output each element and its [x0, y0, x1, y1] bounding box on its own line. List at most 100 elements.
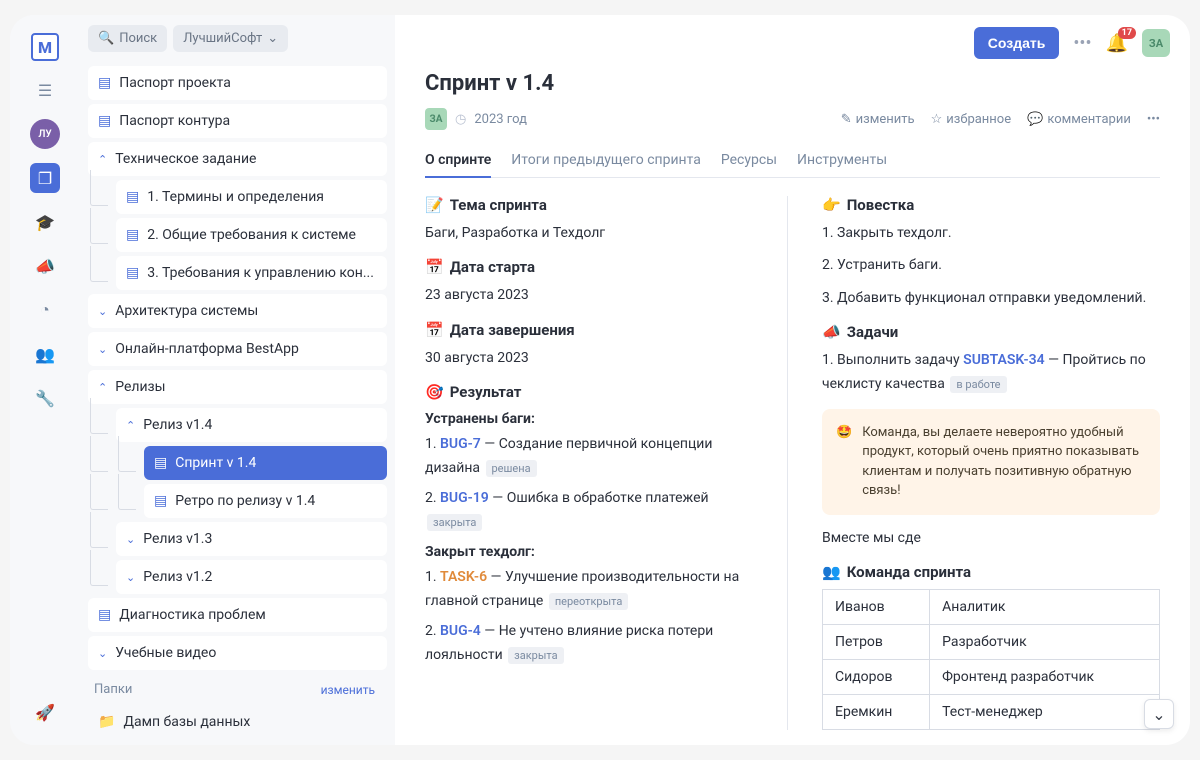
sidebar: 🔍 Поиск ЛучшийСофт ⌄ ▤Паспорт проекта▤Па…	[80, 15, 395, 745]
calendar-icon: 📅	[425, 258, 444, 276]
search-input[interactable]: 🔍 Поиск	[88, 25, 167, 52]
tree-item-label: 1. Термины и определения	[147, 189, 324, 205]
favorite-action[interactable]: ☆избранное	[931, 112, 1012, 127]
tree-folder[interactable]: ⌄Учебные видео	[88, 636, 387, 670]
chevron-icon: ⌃	[98, 381, 107, 394]
issue-line: 1. TASK-6 — Улучшение производительности…	[425, 566, 763, 614]
tab-3[interactable]: Инструменты	[797, 144, 887, 178]
tree-item-label: Релиз v1.3	[143, 531, 212, 547]
search-placeholder: Поиск	[119, 31, 157, 46]
debt-subheading: Закрыт техдолг:	[425, 544, 763, 560]
table-cell: Еремкин	[823, 695, 930, 730]
announce-icon[interactable]: 📣	[30, 251, 60, 281]
doc-icon: ▤	[98, 607, 111, 623]
chevron-icon: ⌃	[126, 419, 135, 432]
doc-icon: ▤	[154, 493, 167, 509]
tree-item-label: 3. Требования к управлению кон...	[147, 265, 374, 281]
tree-doc[interactable]: ▤Ретро по релизу v 1.4	[144, 484, 387, 518]
task-link[interactable]: SUBTASK-34	[963, 352, 1044, 368]
settings-icon[interactable]: 🔧	[30, 383, 60, 413]
tree-item-label: Архитектура системы	[115, 303, 258, 319]
table-row: СидоровФронтенд разработчик	[823, 660, 1160, 695]
issue-link[interactable]: BUG-19	[440, 490, 489, 506]
comment-icon: 💬	[1027, 112, 1043, 127]
tree-folder[interactable]: ⌄Онлайн-платформа BestApp	[88, 332, 387, 366]
folder-item[interactable]: 📁Дамп базы данных	[88, 705, 387, 739]
app-logo[interactable]: M	[31, 33, 59, 61]
tab-2[interactable]: Ресурсы	[721, 144, 777, 178]
status-badge: решена	[486, 460, 537, 477]
tree-item-label: Релиз v1.2	[143, 569, 212, 585]
workspace-selector[interactable]: ЛучшийСофт ⌄	[173, 25, 288, 52]
issue-link[interactable]: BUG-4	[440, 623, 481, 639]
tasks-heading: 📣Задачи	[822, 323, 1160, 341]
point-icon: 👉	[822, 196, 841, 214]
tree-doc[interactable]: ▤1. Термины и определения	[116, 180, 387, 214]
edit-action[interactable]: ✎изменить	[841, 112, 915, 127]
tree-doc[interactable]: ▤2. Общие требования к системе	[116, 218, 387, 252]
tab-0[interactable]: О спринте	[425, 144, 491, 178]
agenda-item: 2. Устранить баги.	[822, 254, 1160, 276]
tree-folder[interactable]: ⌃Релизы	[88, 370, 387, 404]
author-avatar[interactable]: ЗА	[425, 108, 447, 130]
workspace-avatar[interactable]: ЛУ	[30, 119, 60, 149]
create-button[interactable]: Создать	[974, 27, 1060, 59]
learn-icon[interactable]: 🎓	[30, 207, 60, 237]
team-icon[interactable]: 👥	[30, 339, 60, 369]
pencil-icon: ✎	[841, 112, 852, 127]
menu-icon[interactable]: ☰	[30, 75, 60, 105]
left-rail: M ☰ ЛУ ❐ 🎓 📣 ◔ 👥 🔧 🚀	[10, 15, 80, 745]
team-table: ИвановАналитикПетровРазработчикСидоровФр…	[822, 589, 1160, 730]
chevron-icon: ⌄	[98, 305, 107, 318]
callout-box: 🤩 Команда, вы делаете невероятно удобный…	[822, 409, 1160, 515]
table-cell: Петров	[823, 625, 930, 660]
tree-folder[interactable]: ⌃ Релиз v1.4	[116, 408, 387, 442]
tree-folder[interactable]: ⌄Релиз v1.2	[116, 560, 387, 594]
agenda-heading: 👉Повестка	[822, 196, 1160, 214]
theme-body: Баги, Разработка и Техдолг	[425, 222, 763, 244]
tree-doc[interactable]: ▤ Диагностика проблем	[88, 598, 387, 632]
start-heading: 📅Дата старта	[425, 258, 763, 276]
folder-icon: 📁	[98, 714, 115, 730]
table-cell: Тест-менеджер	[930, 695, 1160, 730]
status-badge: переоткрыта	[549, 593, 629, 610]
table-row: ИвановАналитик	[823, 590, 1160, 625]
tree-item-label: Диагностика проблем	[119, 607, 266, 623]
memo-icon: 📝	[425, 196, 444, 214]
tree-doc[interactable]: ▤Спринт v 1.4	[144, 446, 387, 480]
tree-item-label: Релиз v1.4	[143, 417, 212, 433]
tree-doc[interactable]: ▤ 3. Требования к управлению кон...	[116, 256, 387, 290]
agenda-item: 1. Закрыть техдолг.	[822, 222, 1160, 244]
issue-link[interactable]: BUG-7	[440, 436, 481, 452]
star-icon: ☆	[931, 112, 943, 127]
issue-link[interactable]: TASK-6	[440, 569, 487, 585]
page-more-icon[interactable]: •••	[1147, 112, 1160, 127]
right-column: 👉Повестка 1. Закрыть техдолг. 2. Устранит…	[818, 196, 1160, 730]
more-icon[interactable]: •••	[1073, 33, 1091, 54]
status-badge: закрыта	[508, 647, 563, 664]
docs-icon[interactable]: ❐	[30, 163, 60, 193]
tree-doc[interactable]: ▤Паспорт проекта	[88, 66, 387, 100]
megaphone-icon: 📣	[822, 323, 841, 341]
doc-icon: ▤	[126, 265, 139, 281]
task-line: 1. Выполнить задачу SUBTASK-34 — Пройтис…	[822, 349, 1160, 397]
user-avatar[interactable]: ЗА	[1142, 29, 1170, 57]
tree-folder[interactable]: ⌃Техническое задание	[88, 142, 387, 176]
scroll-down-button[interactable]: ⌄	[1144, 699, 1174, 729]
folders-edit-link[interactable]: изменить	[321, 683, 375, 697]
tree-folder[interactable]: ⌄Релиз v1.3	[116, 522, 387, 556]
bell-icon[interactable]: 🔔 17	[1106, 33, 1128, 54]
rocket-icon[interactable]: 🚀	[30, 697, 60, 727]
chart-icon[interactable]: ◔	[30, 295, 60, 325]
chevron-icon: ⌃	[98, 153, 107, 166]
team-heading: 👥Команда спринта	[822, 563, 1160, 581]
tree-doc[interactable]: ▤Паспорт контура	[88, 104, 387, 138]
tab-1[interactable]: Итоги предыдущего спринта	[511, 144, 701, 178]
result-heading: 🎯Результат	[425, 383, 763, 401]
page-meta: ЗА ◷ 2023 год ✎изменить ☆избранное 💬комм…	[425, 108, 1160, 130]
tree-item-label: Паспорт проекта	[119, 75, 231, 91]
left-column: 📝Тема спринта Баги, Разработка и Техдолг…	[425, 196, 788, 730]
tree-folder[interactable]: ⌄ Архитектура системы	[88, 294, 387, 328]
main-panel: Создать ••• 🔔 17 ЗА Спринт v 1.4 ЗА ◷ 20…	[395, 15, 1190, 745]
comments-action[interactable]: 💬комментарии	[1027, 112, 1131, 127]
